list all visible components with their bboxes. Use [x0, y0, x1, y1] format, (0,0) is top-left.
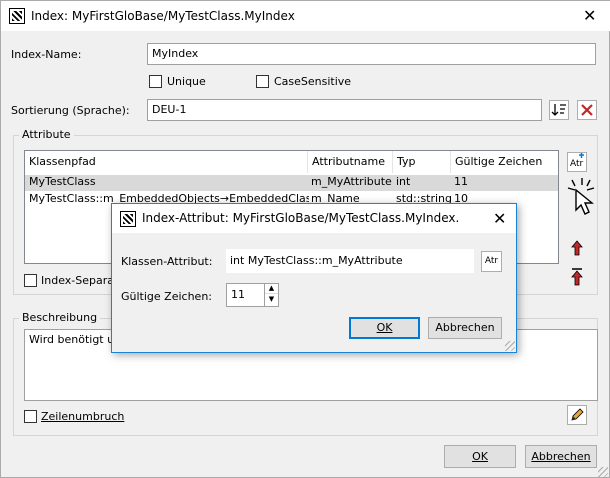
dialog-app-icon: [120, 211, 136, 227]
description-group-title: Beschreibung: [19, 311, 101, 324]
spin-down-icon[interactable]: ▼: [265, 294, 278, 305]
table-row[interactable]: MyTestClass m_MyAttribute int 11: [25, 175, 558, 191]
dialog-title-bar[interactable]: Index-Attribut: MyFirstGloBase/MyTestCla…: [112, 204, 516, 233]
cell-attributname: m_MyAttribute: [311, 175, 392, 188]
move-up-icon[interactable]: [569, 239, 585, 257]
svg-text:Atr: Atr: [570, 159, 584, 169]
dialog-cancel-button[interactable]: Abbrechen: [428, 317, 502, 339]
delete-x-icon: [581, 104, 593, 116]
delete-sort-button[interactable]: [577, 100, 597, 120]
column-header-gueltige-zeichen[interactable]: Gültige Zeichen: [451, 151, 558, 173]
sort-input[interactable]: DEU-1: [147, 99, 542, 121]
add-attribute-button[interactable]: Atr: [567, 152, 587, 172]
resize-grip[interactable]: [598, 467, 608, 477]
move-top-icon[interactable]: [569, 268, 585, 286]
add-attribute-icon: Atr: [570, 153, 584, 169]
valid-chars-value: 11: [231, 288, 245, 301]
cancel-button[interactable]: Abbrechen: [525, 445, 597, 468]
wrap-checkbox[interactable]: [24, 410, 37, 423]
class-attribute-value: int MyTestClass::m_MyAttribute: [226, 249, 474, 273]
sort-icon: [551, 104, 566, 116]
window-title: Index: MyFirstGloBase/MyTestClass.MyInde…: [31, 9, 295, 23]
dialog-title: Index-Attribut: MyFirstGloBase/MyTestCla…: [142, 211, 460, 225]
dialog-close-icon[interactable]: ✕: [493, 209, 506, 228]
app-icon: [9, 8, 25, 24]
dialog-resize-grip[interactable]: [505, 341, 515, 351]
casesensitive-checkbox[interactable]: [256, 75, 269, 88]
attribute-select-button[interactable]: Atr: [481, 251, 502, 272]
unique-checkbox[interactable]: [149, 75, 162, 88]
spin-up-icon[interactable]: ▲: [265, 284, 278, 294]
edit-description-button[interactable]: [567, 405, 587, 425]
casesensitive-label: CaseSensitive: [274, 75, 352, 88]
sort-order-button[interactable]: [549, 100, 569, 120]
pencil-icon: [571, 408, 584, 421]
cell-gueltige-zeichen: 11: [454, 175, 468, 188]
column-header-typ[interactable]: Typ: [393, 151, 451, 173]
mouse-cursor-icon: [566, 176, 598, 216]
ok-button[interactable]: OK: [444, 445, 516, 468]
cell-klassenpfad: MyTestClass: [29, 175, 96, 188]
valid-chars-spinner[interactable]: ▲ ▼: [264, 284, 278, 306]
column-header-attributname[interactable]: Attributname: [308, 151, 393, 173]
unique-label: Unique: [167, 75, 206, 88]
sort-label: Sortierung (Sprache):: [11, 104, 130, 117]
index-name-label: Index-Name:: [11, 48, 82, 61]
attribute-group-title: Attribute: [19, 128, 74, 141]
index-name-input[interactable]: MyIndex: [147, 43, 596, 65]
index-separator-label: Index-Separat: [41, 274, 119, 287]
column-header-klassenpfad[interactable]: Klassenpfad: [25, 151, 308, 173]
index-attribute-dialog: Index-Attribut: MyFirstGloBase/MyTestCla…: [111, 203, 517, 353]
dialog-ok-button[interactable]: OK: [349, 317, 420, 339]
valid-chars-input[interactable]: 11 ▲ ▼: [226, 283, 279, 307]
class-attribute-label: Klassen-Attribut:: [121, 255, 213, 268]
title-bar[interactable]: Index: MyFirstGloBase/MyTestClass.MyInde…: [1, 1, 610, 31]
close-icon[interactable]: ✕: [583, 6, 596, 25]
wrap-label: Zeilenumbruch: [41, 410, 125, 423]
valid-chars-label: Gültige Zeichen:: [121, 290, 212, 303]
index-separator-checkbox[interactable]: [24, 274, 37, 287]
cell-typ: int: [396, 175, 411, 188]
